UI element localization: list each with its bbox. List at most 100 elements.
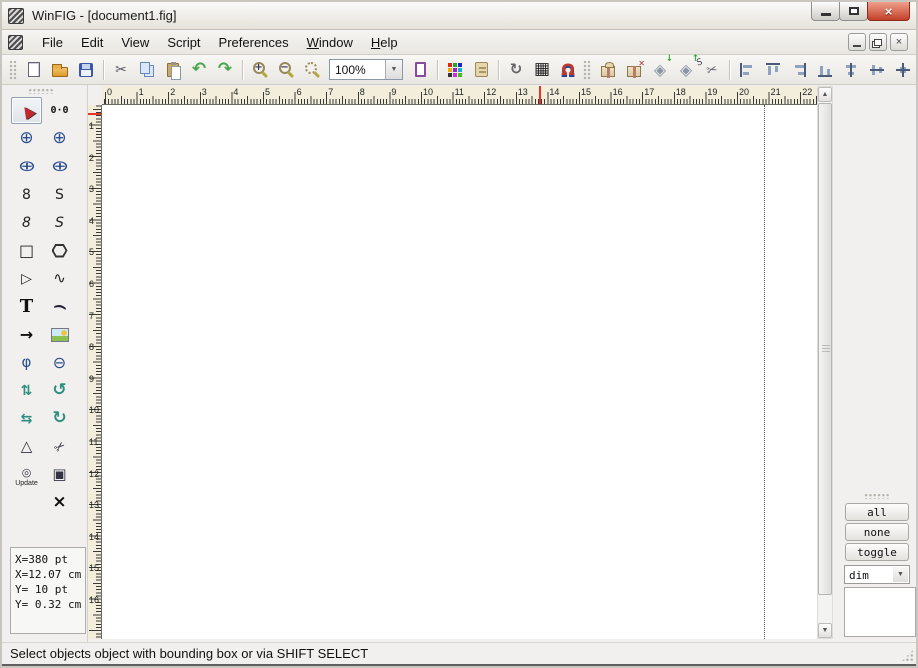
menu-help[interactable]: Help <box>362 32 407 53</box>
palette-drag-handle[interactable] <box>28 88 54 94</box>
tool-chord[interactable]: ⊖ <box>44 349 75 376</box>
undo-button[interactable]: ↶ <box>187 58 211 82</box>
merge-button[interactable]: ◈ <box>648 58 672 82</box>
toolbar-drag-handle[interactable] <box>9 60 17 80</box>
tool-flip-horizontal[interactable]: ⇆ <box>11 405 42 432</box>
align-center-both-button[interactable] <box>891 58 915 82</box>
menu-window[interactable]: Window <box>298 32 362 53</box>
tool-arc[interactable]: ( <box>44 293 75 320</box>
tool-picture[interactable] <box>44 321 75 348</box>
hruler-number: 19 <box>707 87 717 97</box>
title-bar[interactable]: WinFIG - [document1.fig] × <box>2 2 916 30</box>
align-left-button[interactable] <box>735 58 759 82</box>
resize-grip[interactable] <box>901 649 914 662</box>
menu-file[interactable]: File <box>33 32 72 53</box>
close-button[interactable]: × <box>867 2 910 21</box>
layer-none-button[interactable]: none <box>845 523 909 541</box>
menu-preferences[interactable]: Preferences <box>210 32 298 53</box>
break-button[interactable]: ✂ <box>700 58 724 82</box>
tool-rotate-cw[interactable]: ↻ <box>44 405 75 432</box>
tool-ellipse-by-radius[interactable]: ⊕ <box>11 153 42 180</box>
minimize-button[interactable] <box>811 2 840 21</box>
layer-mode-dropdown[interactable]: dim ▼ <box>844 565 910 584</box>
tool-glue[interactable]: 0·0 <box>44 97 75 124</box>
scrollbar-thumb[interactable] <box>818 103 832 595</box>
window-title: WinFIG - [document1.fig] <box>32 8 177 23</box>
tool-open-polyline[interactable]: ∿ <box>44 265 75 292</box>
vruler-number: 15 <box>89 563 99 573</box>
tool-circle-by-radius[interactable]: ⊕ <box>11 125 42 152</box>
mdi-minimize-button[interactable] <box>848 33 866 51</box>
redraw-button[interactable]: ↻ <box>504 58 528 82</box>
snap-icon: Ω <box>558 60 578 80</box>
new-document-button[interactable] <box>22 58 46 82</box>
zoom-out-button[interactable]: − <box>274 58 298 82</box>
tool-closed-bezier[interactable]: 8 <box>11 209 42 236</box>
page-orientation-button[interactable] <box>408 58 432 82</box>
ungroup-button[interactable] <box>622 58 646 82</box>
tool-closed-spline[interactable]: 8 <box>11 181 42 208</box>
tool-rectangle[interactable]: □ <box>11 237 42 264</box>
layer-all-button[interactable]: all <box>845 503 909 521</box>
split-button[interactable]: ◈ <box>674 58 698 82</box>
tool-text[interactable]: T <box>11 293 42 320</box>
snap-button[interactable]: Ω <box>556 58 580 82</box>
palette-button[interactable] <box>443 58 467 82</box>
vruler-number: 5 <box>89 247 94 257</box>
tool-polygon[interactable] <box>44 237 75 264</box>
vertical-scrollbar[interactable]: ▲ ▼ <box>817 86 833 639</box>
layer-panel-drag-handle[interactable] <box>864 493 890 499</box>
copy-button[interactable] <box>135 58 159 82</box>
hruler-number: 15 <box>581 87 591 97</box>
toolbar-drag-handle[interactable] <box>583 60 591 80</box>
mdi-restore-button[interactable] <box>869 33 887 51</box>
tool-tangent[interactable]: φ <box>11 349 42 376</box>
tool-ellipse-by-diameter[interactable]: ⊕ <box>44 153 75 180</box>
tool-closed-polyline[interactable]: ▷ <box>11 265 42 292</box>
zoom-marquee-button[interactable] <box>300 58 324 82</box>
menu-view[interactable]: View <box>112 32 158 53</box>
dropdown-arrow-icon[interactable]: ▼ <box>893 567 908 582</box>
tool-update[interactable]: ◎Update <box>11 461 42 488</box>
group-button[interactable] <box>596 58 620 82</box>
align-center-v-button[interactable] <box>865 58 889 82</box>
layer-toggle-button[interactable]: toggle <box>845 543 909 561</box>
tool-scale[interactable]: △ <box>11 433 42 460</box>
tool-edit[interactable]: ▣ <box>44 461 75 488</box>
hruler-number: 5 <box>265 87 270 97</box>
scroll-down-button[interactable]: ▼ <box>818 623 832 638</box>
tool-delete[interactable]: × <box>44 489 75 516</box>
cut-button[interactable]: ✂ <box>109 58 133 82</box>
align-center-h-button[interactable] <box>839 58 863 82</box>
zoom-in-button[interactable]: + <box>248 58 272 82</box>
tool-rotate-ccw[interactable]: ↺ <box>44 377 75 404</box>
tool-select[interactable]: ▲ <box>11 97 42 124</box>
tool-open-spline[interactable]: S <box>44 181 75 208</box>
grid-button[interactable]: ▦ <box>530 58 554 82</box>
layer-list[interactable] <box>844 587 916 637</box>
align-right-button[interactable] <box>787 58 811 82</box>
scroll-up-button[interactable]: ▲ <box>818 87 832 102</box>
combo-arrow-icon[interactable]: ▼ <box>385 60 402 79</box>
tool-arrow[interactable]: → <box>11 321 42 348</box>
paste-button[interactable] <box>161 58 185 82</box>
drawing-canvas[interactable] <box>102 105 817 639</box>
tool-circle-by-diameter[interactable]: ⊕ <box>44 125 75 152</box>
open-file-button[interactable] <box>48 58 72 82</box>
align-bottom-button[interactable] <box>813 58 837 82</box>
redo-button[interactable]: ↷ <box>213 58 237 82</box>
restore-button[interactable] <box>839 2 868 21</box>
mdi-minimize-icon <box>853 45 861 47</box>
tool-cut-point[interactable]: ✂ <box>44 433 75 460</box>
save-file-button[interactable] <box>74 58 98 82</box>
depth-button[interactable] <box>469 58 493 82</box>
menu-edit[interactable]: Edit <box>72 32 112 53</box>
tool-open-bezier[interactable]: S <box>44 209 75 236</box>
horizontal-position-marker <box>539 86 541 104</box>
mdi-close-button[interactable]: × <box>890 33 908 51</box>
align-top-button[interactable] <box>761 58 785 82</box>
tool-flip-vertical[interactable]: ⇅ <box>11 377 42 404</box>
zoom-level-combo[interactable]: 100% ▼ <box>329 59 403 80</box>
menu-script[interactable]: Script <box>158 32 209 53</box>
tangent-icon: φ <box>17 353 37 373</box>
